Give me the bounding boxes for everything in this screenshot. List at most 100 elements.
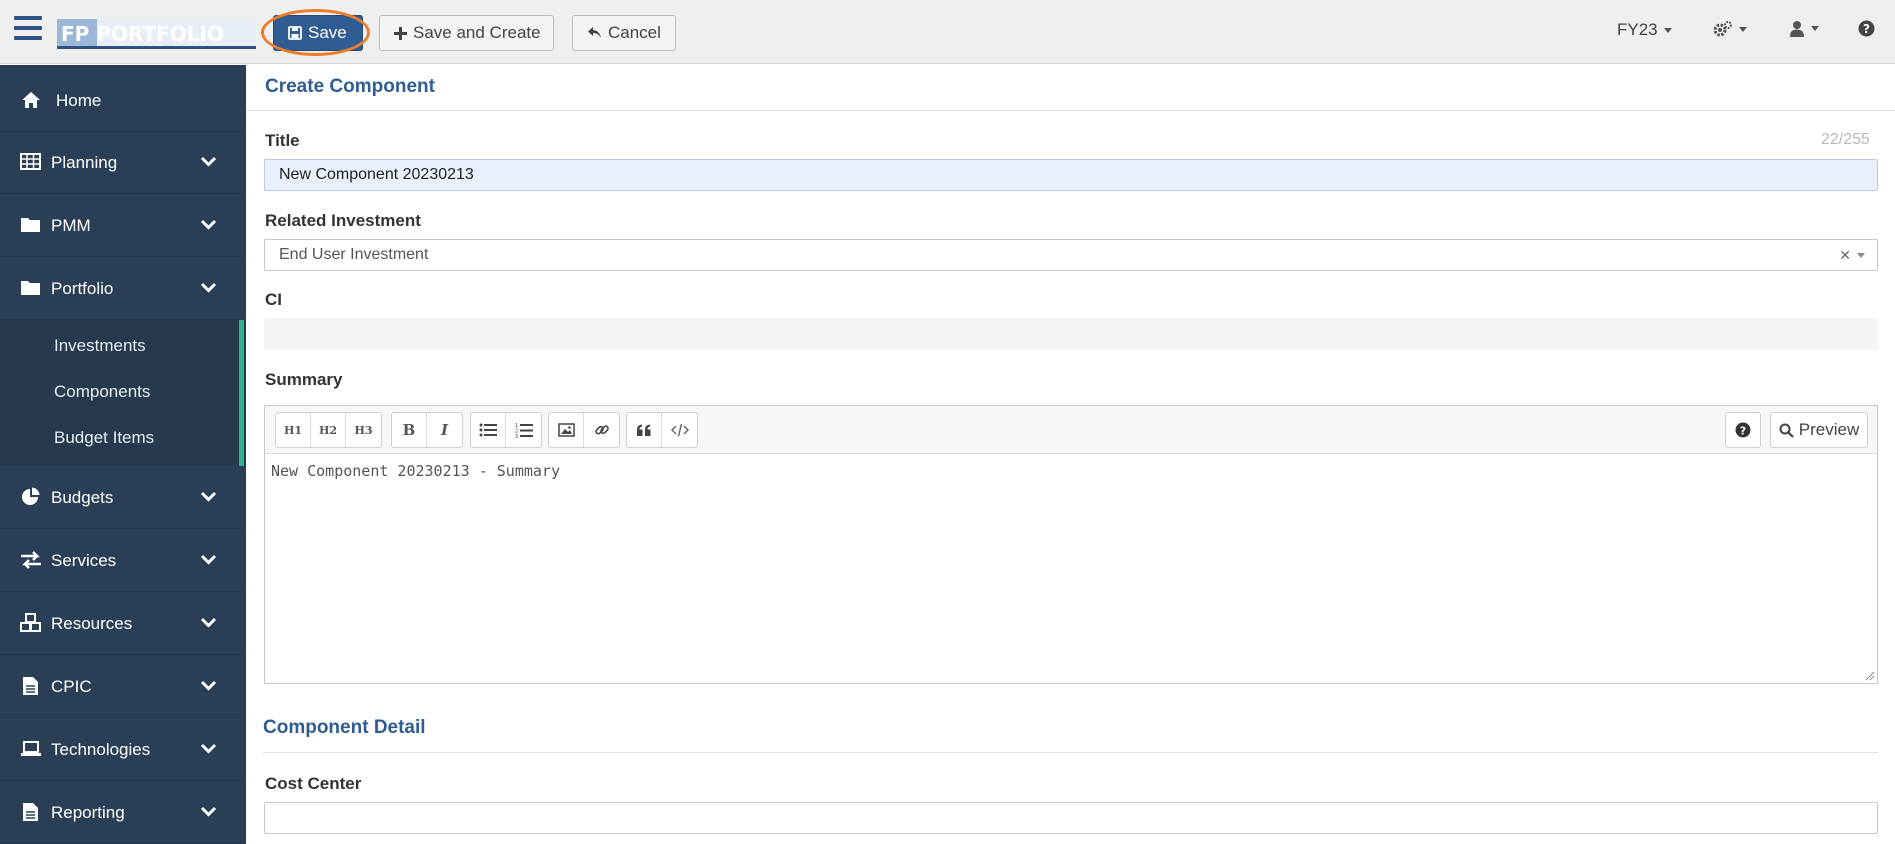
- caret-down-icon: [1811, 26, 1819, 31]
- sidebar-item-services[interactable]: Services: [0, 530, 246, 592]
- related-investment-label: Related Investment: [265, 211, 421, 230]
- pie-chart-icon: [22, 487, 40, 505]
- folder-icon: [21, 218, 40, 232]
- component-detail-heading: Component Detail: [263, 717, 426, 738]
- top-bar: FP PORTFOLIO Save Save and Create Cancel…: [0, 0, 1895, 64]
- code-icon[interactable]: [662, 413, 697, 447]
- cost-center-label: Cost Center: [265, 774, 362, 793]
- summary-editor: H1 H2 H3 B I 123 ? Preview New Component…: [264, 405, 1878, 684]
- active-section-indicator: [239, 320, 244, 466]
- search-icon: [1779, 423, 1794, 438]
- chevron-down-icon: [200, 282, 217, 293]
- folder-icon: [21, 281, 40, 295]
- chevron-down-icon: [200, 743, 217, 754]
- sidebar-item-home[interactable]: Home: [0, 70, 246, 132]
- sidebar-item-reporting[interactable]: Reporting: [0, 782, 246, 844]
- sidebar-item-label: Home: [56, 90, 102, 110]
- clear-icon[interactable]: ✕: [1839, 247, 1851, 264]
- save-and-create-button[interactable]: Save and Create: [379, 15, 554, 51]
- undo-icon: [587, 26, 602, 40]
- page-title: Create Component: [265, 76, 435, 97]
- svg-text:3: 3: [515, 434, 518, 438]
- sidebar-item-label: PMM: [51, 215, 91, 235]
- table-icon: [20, 153, 41, 170]
- preview-label: Preview: [1798, 420, 1860, 439]
- user-icon: [1790, 21, 1804, 37]
- editor-toolbar: H1 H2 H3 B I 123 ? Preview: [265, 406, 1877, 454]
- bold-button[interactable]: B: [392, 413, 427, 447]
- quote-icon[interactable]: [627, 413, 662, 447]
- user-dropdown[interactable]: [1789, 20, 1819, 37]
- chevron-down-icon: [200, 554, 217, 565]
- svg-text:?: ?: [1740, 424, 1746, 437]
- block-button-group: [626, 412, 698, 448]
- sidebar-item-budgets[interactable]: Budgets: [0, 467, 246, 529]
- bullet-list-icon[interactable]: [471, 413, 506, 447]
- divider: [263, 752, 1878, 753]
- ci-input[interactable]: [264, 318, 1878, 350]
- cancel-label: Cancel: [608, 23, 661, 42]
- laptop-icon: [21, 741, 41, 756]
- sidebar-item-resources[interactable]: Resources: [0, 593, 246, 655]
- h3-button[interactable]: H3: [346, 413, 381, 447]
- resize-handle-icon[interactable]: [1863, 669, 1875, 681]
- plus-icon: [394, 26, 407, 40]
- help-button[interactable]: ?: [1858, 20, 1875, 37]
- svg-text:?: ?: [1863, 22, 1870, 36]
- sidebar-item-label: Services: [51, 550, 117, 570]
- home-icon: [22, 92, 40, 108]
- cubes-icon: [20, 613, 41, 632]
- title-input[interactable]: New Component 20230213: [264, 159, 1878, 191]
- cancel-button[interactable]: Cancel: [572, 15, 676, 51]
- sidebar-item-cpic[interactable]: CPIC: [0, 656, 246, 718]
- related-investment-select[interactable]: End User Investment ✕: [264, 239, 1878, 271]
- sidebar-subitem-budget-items[interactable]: Budget Items: [54, 428, 154, 448]
- related-investment-value: End User Investment: [279, 246, 429, 263]
- main-content: Create Component Title 22/255 New Compon…: [246, 65, 1895, 844]
- save-and-create-label: Save and Create: [413, 23, 541, 42]
- sidebar-item-label: Planning: [51, 152, 118, 172]
- heading-button-group: H1 H2 H3: [275, 412, 382, 448]
- sidebar-subitem-investments[interactable]: Investments: [54, 336, 146, 356]
- h2-button[interactable]: H2: [311, 413, 346, 447]
- link-icon[interactable]: [584, 413, 619, 447]
- save-button-label: Save: [308, 23, 347, 42]
- exchange-icon: [21, 551, 41, 569]
- sidebar-item-label: Resources: [51, 613, 133, 633]
- caret-down-icon: [1857, 253, 1865, 258]
- sidebar-item-portfolio[interactable]: Portfolio: [0, 258, 246, 320]
- sidebar-item-planning[interactable]: Planning: [0, 132, 246, 194]
- sidebar-item-technologies[interactable]: Technologies: [0, 719, 246, 781]
- question-circle-icon: ?: [1858, 20, 1875, 37]
- title-label: Title: [265, 131, 300, 150]
- insert-button-group: [548, 412, 620, 448]
- sidebar-item-label: Budgets: [51, 487, 114, 507]
- image-icon[interactable]: [549, 413, 584, 447]
- preview-button[interactable]: Preview: [1770, 412, 1868, 448]
- fiscal-year-dropdown[interactable]: FY23: [1617, 20, 1672, 40]
- chevron-down-icon: [200, 806, 217, 817]
- save-button[interactable]: Save: [273, 15, 363, 51]
- numbered-list-icon[interactable]: 123: [506, 413, 541, 447]
- divider: [246, 110, 1895, 111]
- markdown-help-button[interactable]: ?: [1725, 412, 1761, 448]
- summary-textarea[interactable]: New Component 20230213 - Summary: [271, 462, 560, 480]
- chevron-down-icon: [200, 617, 217, 628]
- fp-portfolio-logo[interactable]: FP PORTFOLIO: [57, 17, 256, 50]
- settings-dropdown[interactable]: [1713, 20, 1747, 38]
- h1-button[interactable]: H1: [276, 413, 311, 447]
- sidebar-item-pmm[interactable]: PMM: [0, 195, 246, 257]
- sidebar-item-label: Technologies: [51, 739, 151, 759]
- sidebar-subitem-components[interactable]: Components: [54, 382, 150, 402]
- floppy-disk-icon: [288, 26, 302, 40]
- fiscal-year-label: FY23: [1617, 20, 1658, 39]
- svg-text:FP PORTFOLIO: FP PORTFOLIO: [61, 22, 224, 46]
- summary-label: Summary: [265, 370, 343, 389]
- chevron-down-icon: [200, 156, 217, 167]
- italic-button[interactable]: I: [427, 413, 462, 447]
- chevron-down-icon: [200, 491, 217, 502]
- caret-down-icon: [1739, 26, 1747, 32]
- sidebar-item-label: Portfolio: [51, 278, 114, 298]
- menu-icon[interactable]: [14, 16, 42, 42]
- cost-center-input[interactable]: [264, 802, 1878, 834]
